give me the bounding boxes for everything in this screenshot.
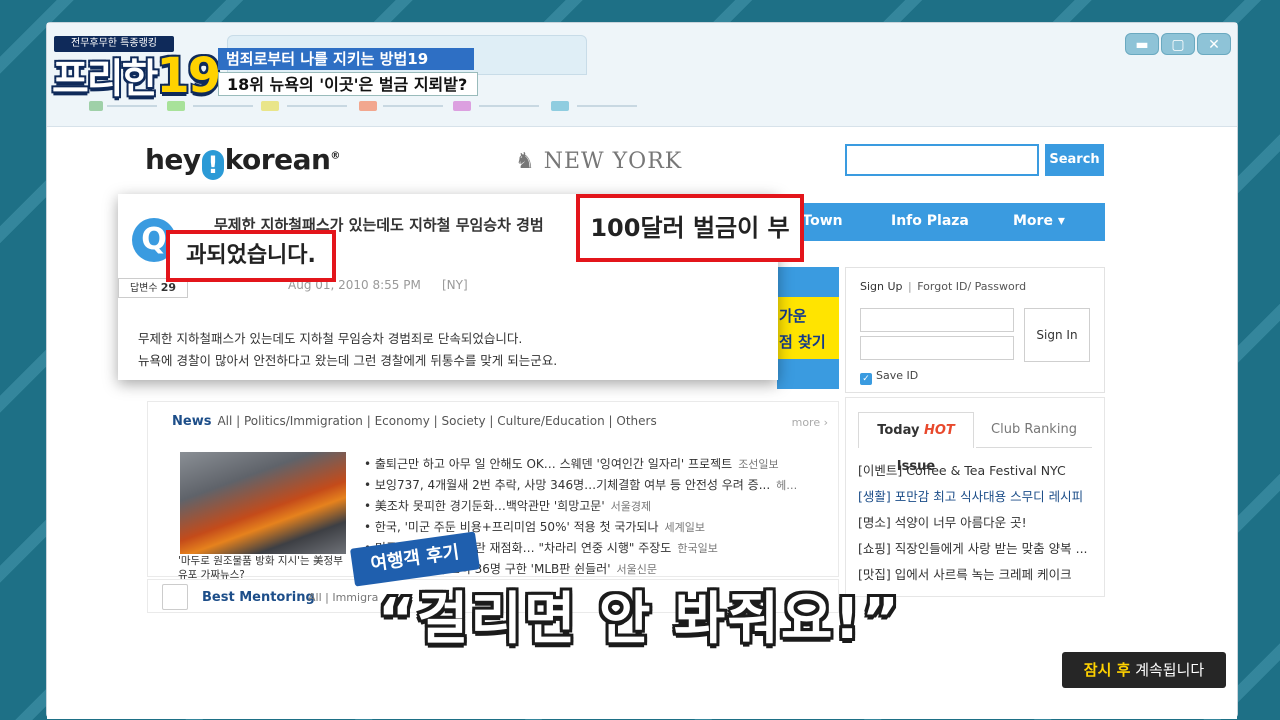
news-header: News All | Politics/Immigration | Economy… bbox=[172, 414, 657, 429]
news-photo[interactable] bbox=[180, 452, 346, 554]
list-item[interactable]: [생활] 포만감 최고 식사대용 스무디 레시피 bbox=[858, 484, 1098, 510]
more-link[interactable]: more › bbox=[792, 416, 828, 429]
login-box: Sign Up | Forgot ID/ Password Sign In ✓ S… bbox=[845, 267, 1105, 393]
side-banner-strip bbox=[777, 359, 839, 389]
search-button[interactable]: Search bbox=[1045, 144, 1104, 176]
minimize-icon[interactable]: ▬ bbox=[1125, 33, 1159, 55]
post-body: 무제한 지하철패스가 있는데도 지하철 무임승차 경범죄로 단속되었습니다. 뉴… bbox=[138, 331, 558, 368]
sign-in-button[interactable]: Sign In bbox=[1024, 308, 1090, 362]
photo-caption[interactable]: '마두로 원조물품 방화 지시'는 美정부 유포 가짜뉴스? bbox=[178, 554, 350, 582]
ad-banner[interactable]: 가운점 찾기 ▶ bbox=[777, 297, 839, 377]
id-field[interactable] bbox=[860, 308, 1014, 332]
maximize-icon[interactable]: ▢ bbox=[1161, 33, 1195, 55]
main-caption: “걸리면 안 봐줘요!” bbox=[378, 587, 901, 652]
list-item[interactable]: [쇼핑] 직장인들에게 사랑 받는 맞춤 양복 ... bbox=[858, 536, 1098, 562]
highlight-box: 100달러 벌금이 부 bbox=[576, 194, 804, 262]
highlight-box: 과되었습니다. bbox=[166, 230, 336, 282]
logo-bang-icon: ! bbox=[201, 150, 224, 180]
close-icon[interactable]: ✕ bbox=[1197, 33, 1231, 55]
show-logo: 전무후무한 특종랭킹 프리한19 bbox=[52, 36, 221, 104]
mentoring-categories[interactable]: All | Immigra bbox=[308, 591, 378, 604]
list-item[interactable]: [명소] 석양이 너무 아름다운 곳! bbox=[858, 510, 1098, 536]
tab-club-ranking[interactable]: Club Ranking bbox=[976, 412, 1092, 448]
tab-today-hot-issue[interactable]: Today HOT Issue bbox=[858, 412, 974, 474]
search-input[interactable] bbox=[845, 144, 1039, 176]
post-region: [NY] bbox=[442, 278, 468, 292]
nav-info-plaza[interactable]: Info Plaza bbox=[891, 213, 969, 229]
list-item[interactable]: • 보잉737, 4개월새 2번 추락, 사망 346명…기체결함 여부 등 안… bbox=[364, 475, 824, 496]
list-item[interactable]: • 출퇴근만 하고 아무 일 안해도 OK… 스웨덴 '잉여인간 일자리' 프로… bbox=[364, 454, 824, 475]
topic-title: 범죄로부터 나를 지키는 방법19 bbox=[218, 48, 474, 70]
list-item[interactable]: • 한국, '미군 주둔 비용+프리미엄 50%' 적용 첫 국가되나 세계일보 bbox=[364, 517, 824, 538]
save-id-checkbox[interactable]: ✓ Save ID bbox=[860, 369, 918, 385]
check-icon: ✓ bbox=[860, 373, 872, 385]
region-label: ♞ NEW YORK bbox=[515, 149, 683, 174]
list-item[interactable]: [이벤트] Coffee & Tea Festival NYC bbox=[858, 458, 1098, 484]
document-icon bbox=[162, 584, 188, 610]
password-field[interactable] bbox=[860, 336, 1014, 360]
site-logo[interactable]: hey! korean® bbox=[145, 143, 340, 180]
news-categories[interactable]: All | Politics/Immigration | Economy | S… bbox=[217, 414, 656, 428]
news-box: News All | Politics/Immigration | Economy… bbox=[147, 401, 839, 581]
side-banner-strip bbox=[777, 267, 839, 297]
forgot-link[interactable]: Forgot ID/ Password bbox=[917, 280, 1026, 293]
login-links: Sign Up | Forgot ID/ Password bbox=[860, 280, 1027, 293]
list-item[interactable]: • 美조차 못피한 경기둔화…백악관만 '희망고문' 서울경제 bbox=[364, 496, 824, 517]
hot-issue-box: Today HOT Issue Club Ranking [이벤트] Coffe… bbox=[845, 397, 1105, 597]
nav-more[interactable]: More ▾ bbox=[1013, 213, 1065, 229]
main-nav: K-Town Info Plaza More ▾ bbox=[783, 203, 1105, 241]
signup-link[interactable]: Sign Up bbox=[860, 280, 903, 293]
mentoring-title[interactable]: Best Mentoring bbox=[202, 590, 315, 605]
hot-issue-list: [이벤트] Coffee & Tea Festival NYC [생활] 포만감… bbox=[858, 458, 1098, 588]
topic-subtitle: 18위 뉴욕의 '이곳'은 벌금 지뢰밭? bbox=[218, 72, 478, 96]
continue-banner: 잠시 후 계속됩니다 bbox=[1062, 652, 1226, 688]
apple-icon: ♞ bbox=[515, 149, 544, 174]
